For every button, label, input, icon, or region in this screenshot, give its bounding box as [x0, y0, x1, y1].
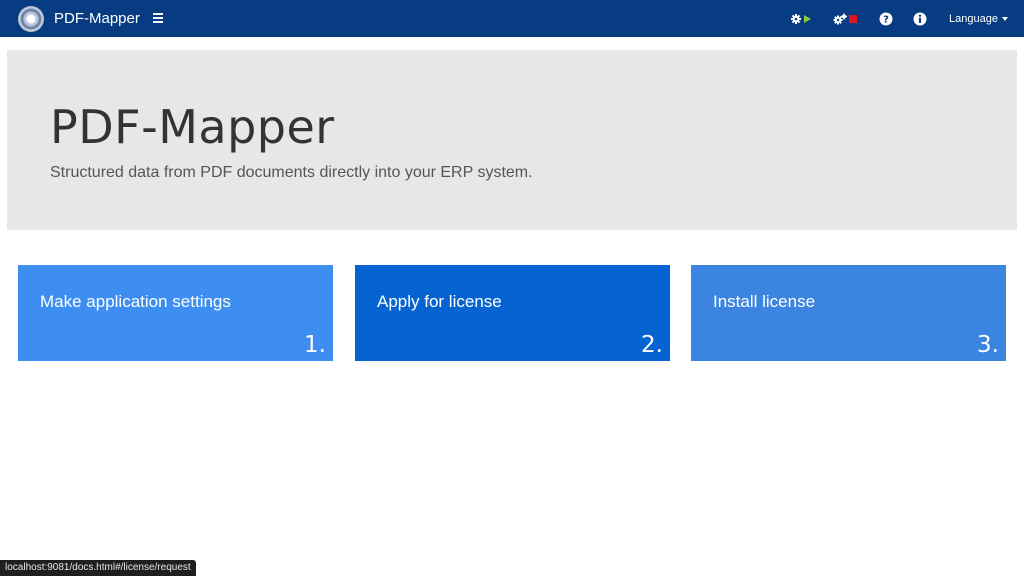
tile-label: Install license — [713, 292, 816, 311]
pdf-mapper-logo-icon — [18, 5, 44, 32]
navbar-right: ? Language — [771, 0, 1008, 37]
tile-label: Make application settings — [40, 292, 231, 311]
question-circle-icon: ? — [879, 12, 893, 25]
service-status-button[interactable] — [791, 13, 813, 25]
help-button[interactable]: ? — [879, 12, 893, 26]
menu-toggle-button[interactable] — [153, 10, 165, 26]
jumbotron: PDF-Mapper Structured data from PDF docu… — [7, 50, 1017, 230]
brand-name: PDF-Mapper — [54, 10, 140, 27]
language-label: Language — [949, 12, 998, 25]
tile-apply-license[interactable]: Apply for license 2. — [355, 265, 670, 361]
info-circle-icon — [913, 12, 927, 25]
tile-application-settings[interactable]: Make application settings 1. — [18, 265, 333, 361]
tile-step-number: 1. — [304, 332, 326, 358]
tile-step-number: 2. — [641, 332, 663, 358]
hamburger-line — [153, 17, 163, 19]
services-stop-button[interactable] — [833, 13, 859, 25]
tile-step-number: 3. — [977, 332, 999, 358]
gears-stop-icon — [833, 13, 858, 24]
top-navbar: PDF-Mapper ? Language — [0, 0, 1024, 37]
hamburger-line — [153, 21, 163, 23]
gear-play-icon — [791, 13, 812, 24]
svg-text:?: ? — [883, 14, 889, 25]
caret-down-icon — [1002, 17, 1008, 21]
status-bar-url: localhost:9081/docs.html#/license/reques… — [0, 560, 196, 576]
page-subtitle: Structured data from PDF documents direc… — [50, 164, 533, 181]
hamburger-line — [153, 13, 163, 15]
info-button[interactable] — [913, 12, 927, 26]
language-dropdown[interactable]: Language — [949, 13, 1008, 25]
tile-label: Apply for license — [377, 292, 502, 311]
tile-install-license[interactable]: Install license 3. — [691, 265, 1006, 361]
brand-link[interactable]: PDF-Mapper — [18, 5, 140, 32]
page-title: PDF-Mapper — [50, 100, 335, 154]
